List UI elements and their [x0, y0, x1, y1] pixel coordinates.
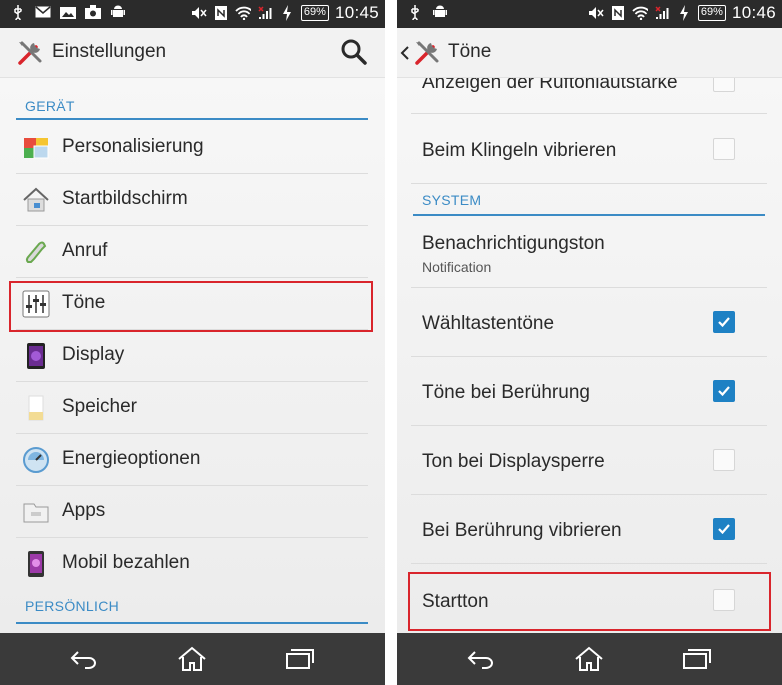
settings-list: GERÄT Personalisierung Startbildschirm A… [0, 78, 385, 633]
apps-folder-icon [22, 498, 50, 526]
settings-item-ringtone-volume-display[interactable]: Anzeigen der Ruftonlautstärke [411, 78, 767, 114]
status-bar: 69% 10:45 [0, 0, 385, 28]
back-chevron-icon[interactable] [399, 39, 411, 67]
settings-item-dial-pad-tones[interactable]: Wähltastentöne [411, 288, 767, 357]
clock: 10:45 [334, 3, 379, 22]
action-bar: Töne [397, 28, 782, 78]
settings-item-vibrate-on-ring[interactable]: Beim Klingeln vibrieren [411, 114, 767, 184]
settings-item-storage[interactable]: Speicher [16, 382, 368, 434]
page-title: Einstellungen [52, 41, 167, 62]
settings-item-home-screen[interactable]: Startbildschirm [16, 174, 368, 226]
home-icon[interactable] [572, 644, 606, 674]
charging-icon [279, 5, 295, 21]
mute-icon [588, 5, 604, 21]
settings-tools-icon[interactable] [413, 39, 441, 67]
image-notification-icon [60, 4, 76, 20]
checkbox-checked[interactable] [713, 518, 735, 540]
usb-icon [407, 4, 423, 20]
checkbox-unchecked[interactable] [713, 449, 735, 471]
action-bar: Einstellungen [0, 28, 385, 78]
usb-icon [10, 4, 26, 20]
camera-notification-icon [85, 4, 101, 20]
settings-item-screen-lock-sound[interactable]: Ton bei Displaysperre [411, 426, 767, 495]
clock: 10:46 [731, 3, 776, 22]
section-header-device: GERÄT [16, 92, 368, 120]
section-header-system: SYSTEM [413, 186, 765, 216]
display-icon [22, 342, 50, 370]
highlight-box [9, 281, 373, 332]
settings-item-power-options[interactable]: Energieoptionen [16, 434, 368, 486]
settings-item-apps[interactable]: Apps [16, 486, 368, 538]
recent-apps-icon[interactable] [679, 644, 713, 674]
search-icon[interactable] [340, 38, 368, 66]
nfc-icon [213, 5, 229, 21]
settings-item-display[interactable]: Display [16, 330, 368, 382]
personalization-icon [22, 134, 50, 162]
checkbox-unchecked[interactable] [713, 138, 735, 160]
checkbox-checked[interactable] [713, 380, 735, 402]
settings-item-call[interactable]: Anruf [16, 226, 368, 278]
checkbox-checked[interactable] [713, 311, 735, 333]
charging-icon [676, 5, 692, 21]
status-bar: 69% 10:46 [397, 0, 782, 28]
recent-apps-icon[interactable] [282, 644, 316, 674]
settings-item-notification-sound[interactable]: Benachrichtigungston Notification [411, 218, 767, 288]
settings-item-vibrate-on-touch[interactable]: Bei Berührung vibrieren [411, 495, 767, 564]
navigation-bar [0, 633, 385, 685]
screenshot-divider [385, 0, 397, 685]
phone-icon [22, 238, 50, 266]
back-icon[interactable] [68, 644, 102, 674]
android-icon [110, 4, 126, 20]
storage-icon [22, 394, 50, 422]
mail-icon [35, 4, 51, 20]
mute-icon [191, 5, 207, 21]
battery-indicator: 69% [697, 5, 726, 21]
highlight-box [408, 572, 771, 631]
settings-item-touch-sounds[interactable]: Töne bei Berührung [411, 357, 767, 426]
battery-indicator: 69% [300, 5, 329, 21]
android-icon [432, 4, 448, 20]
settings-tools-icon[interactable] [16, 39, 44, 67]
signal-icon [257, 5, 273, 21]
navigation-bar [397, 633, 782, 685]
back-icon[interactable] [465, 644, 499, 674]
signal-icon [654, 5, 670, 21]
section-header-personal: PERSÖNLICH [16, 592, 368, 624]
nfc-icon [610, 5, 626, 21]
checkbox-unchecked[interactable] [713, 78, 735, 92]
settings-item-mobile-payment[interactable]: Mobil bezahlen [16, 538, 368, 590]
home-icon[interactable] [175, 644, 209, 674]
sounds-screen: 69% 10:46 Töne Anzeigen der Ruftonlautst… [397, 0, 782, 685]
mobile-payment-icon [22, 550, 50, 578]
page-title: Töne [448, 41, 492, 62]
sounds-settings-list: Anzeigen der Ruftonlautstärke Beim Kling… [397, 78, 782, 633]
settings-item-personalization[interactable]: Personalisierung [16, 122, 368, 174]
wifi-icon [235, 5, 251, 21]
wifi-icon [632, 5, 648, 21]
battery-gauge-icon [22, 446, 50, 474]
settings-screen: 69% 10:45 Einstellungen GERÄT Personalis… [0, 0, 385, 685]
home-screen-icon [22, 186, 50, 214]
